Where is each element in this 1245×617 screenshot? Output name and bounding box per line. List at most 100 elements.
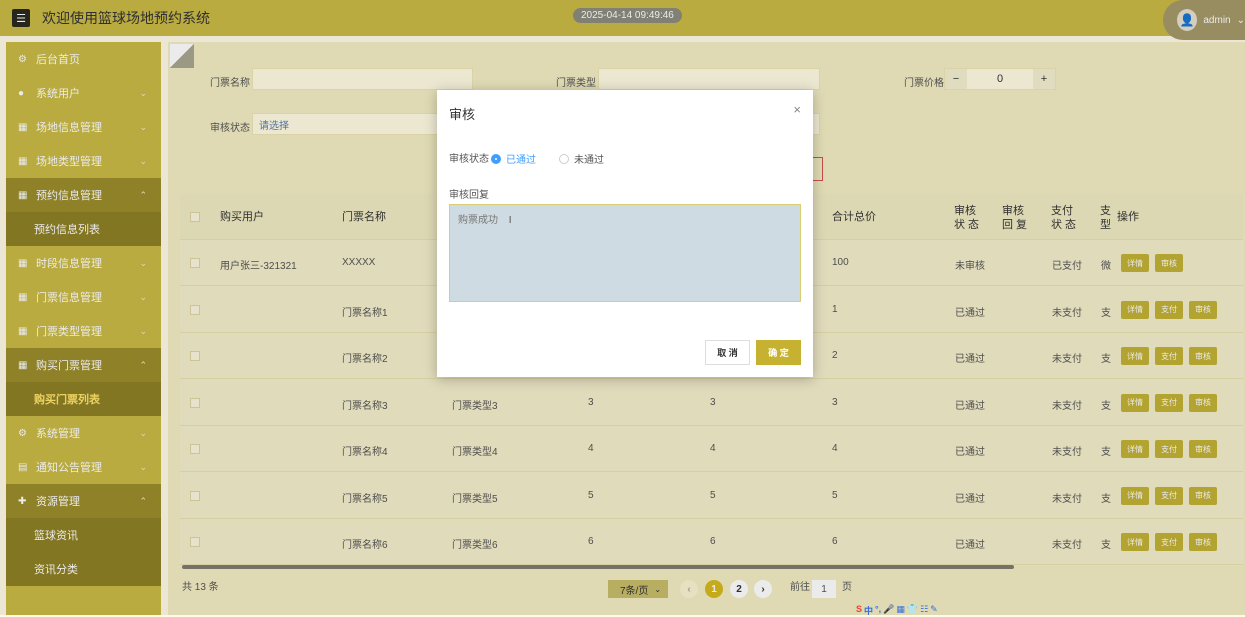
ime-icon[interactable]: ✎ — [930, 604, 938, 617]
row-checkbox[interactable] — [190, 537, 200, 547]
ime-icon[interactable]: 🎤 — [883, 604, 894, 617]
detail-button[interactable]: 详情 — [1121, 347, 1149, 365]
audit-button[interactable]: 审核 — [1189, 347, 1217, 365]
ticket-name-label: 门票名称 — [210, 78, 250, 89]
row-checkbox[interactable] — [190, 351, 200, 361]
prev-page-button[interactable]: ‹ — [680, 580, 698, 598]
select-all-checkbox[interactable] — [190, 212, 200, 222]
radio-pass-dot[interactable] — [491, 153, 501, 164]
cell-pay: 未支付 — [1052, 447, 1082, 458]
sidebar-item-label: 篮球资讯 — [34, 530, 78, 542]
sidebar-item[interactable]: ▦ 门票类型管理 ⌄ — [6, 314, 161, 348]
sidebar-item-label: 购买门票管理 — [36, 360, 102, 372]
radio-fail-label[interactable]: 未通过 — [574, 151, 604, 166]
next-page-button[interactable]: › — [754, 580, 772, 598]
pay-button[interactable]: 支付 — [1155, 393, 1183, 412]
collapse-corner-icon[interactable] — [170, 44, 194, 68]
row-checkbox[interactable] — [190, 304, 200, 315]
table-row[interactable]: 门票名称4 门票类型4 4 4 4 已通过 未支付 支详情 支付 审核 — [180, 426, 1243, 472]
ime-icon[interactable]: 👕 — [907, 604, 918, 617]
row-checkbox[interactable] — [190, 490, 200, 501]
sidebar-item[interactable]: 预约信息列表 — [6, 212, 161, 246]
detail-button[interactable]: 详情 — [1121, 300, 1149, 319]
cell-type: 门票类型3 — [452, 400, 498, 412]
menu-toggle-icon[interactable]: ☰ — [12, 9, 30, 27]
audit-button[interactable]: 审核 — [1189, 393, 1217, 412]
sidebar-item[interactable]: ▦ 场地类型管理 ⌄ — [6, 144, 161, 178]
cancel-button[interactable]: 取 消 — [705, 340, 750, 365]
table-row[interactable]: 门票名称3 门票类型3 3 3 3 已通过 未支付 支详情 支付 审核 — [180, 380, 1243, 426]
sidebar-item[interactable]: 篮球资讯 — [6, 518, 161, 552]
cell-total: 100 — [832, 257, 849, 268]
minus-button[interactable]: − — [945, 69, 967, 89]
plus-button[interactable]: + — [1033, 69, 1055, 89]
pay-button[interactable]: 支付 — [1155, 440, 1183, 458]
ticket-name-input[interactable] — [252, 68, 473, 90]
row-checkbox[interactable] — [190, 258, 200, 268]
sidebar-item[interactable]: ▤ 通知公告管理 ⌄ — [6, 450, 161, 484]
audit-button[interactable]: 审核 — [1189, 300, 1217, 319]
sidebar-item[interactable]: 购买门票列表 — [6, 382, 161, 416]
pay-button[interactable]: 支付 — [1155, 486, 1183, 505]
goto-page-input[interactable]: 1 — [812, 580, 836, 598]
price-stepper[interactable]: − 0 + — [944, 68, 1056, 90]
reply-textarea[interactable]: 购票成功 I — [449, 204, 801, 302]
cell-total: 4 — [832, 443, 838, 454]
radio-fail-dot[interactable] — [559, 153, 569, 164]
detail-button[interactable]: 详情 — [1121, 254, 1149, 272]
sidebar-item[interactable]: 资讯分类 — [6, 552, 161, 586]
pay-button[interactable]: 支付 — [1155, 300, 1183, 319]
ime-icon[interactable]: S — [856, 604, 862, 617]
row-checkbox[interactable] — [190, 397, 200, 408]
row-checkbox[interactable] — [190, 444, 200, 454]
sidebar-item[interactable]: ▦ 场地信息管理 ⌄ — [6, 110, 161, 144]
table-row[interactable]: 门票名称5 门票类型5 5 5 5 已通过 未支付 支详情 支付 审核 — [180, 473, 1243, 519]
avatar[interactable]: 👤 — [1177, 9, 1198, 31]
radio-pass[interactable]: 已通过 — [491, 151, 536, 166]
chevron-down-icon: ⌄ — [654, 584, 662, 594]
detail-button[interactable]: 详情 — [1121, 440, 1149, 458]
detail-button[interactable]: 详情 — [1121, 486, 1149, 505]
sidebar-item-label: 场地类型管理 — [36, 156, 102, 168]
sidebar-item[interactable]: ▦ 预约信息管理 ⌃ — [6, 178, 161, 212]
ime-icon[interactable]: ▦ — [896, 604, 905, 617]
sidebar-item[interactable]: ▦ 门票信息管理 ⌄ — [6, 280, 161, 314]
sidebar: ⚙ 后台首页 ● 系统用户 ⌄ ▦ 场地信息管理 ⌄ ▦ 场地类型管理 ⌄ ▦ 预约信息管理 ⌃ 预约信息列… — [6, 42, 161, 615]
user-menu[interactable]: 👤 admin ⌄ — [1163, 0, 1245, 40]
username-label[interactable]: admin — [1203, 15, 1230, 26]
confirm-button[interactable]: 确 定 — [756, 340, 801, 365]
cell-name: 门票名称1 — [342, 307, 388, 319]
ime-icon[interactable]: 中 — [864, 604, 873, 617]
ime-toolbar[interactable]: S 中 °, 🎤 ▦ 👕 ☷ ✎ — [856, 604, 938, 617]
audit-button[interactable]: 审核 — [1189, 440, 1217, 458]
sidebar-item[interactable]: ⚙ 系统管理 ⌄ — [6, 416, 161, 450]
search-button-edge[interactable] — [813, 157, 823, 181]
page-2-button[interactable]: 2 — [730, 580, 748, 598]
audit-button[interactable]: 审核 — [1189, 533, 1217, 551]
sidebar-item[interactable]: ⚙ 后台首页 — [6, 42, 161, 76]
audit-status-field-label: 审核状态 — [449, 154, 489, 165]
audit-button[interactable]: 审核 — [1189, 486, 1217, 505]
price-value[interactable]: 0 — [967, 69, 1033, 89]
sidebar-item[interactable]: ▦ 时段信息管理 ⌄ — [6, 246, 161, 280]
horizontal-scrollbar[interactable] — [182, 565, 1014, 569]
radio-fail[interactable]: 未通过 — [559, 151, 604, 166]
page-size-select[interactable]: 7条/页 ⌄ — [608, 580, 668, 598]
page-1-button[interactable]: 1 — [705, 580, 723, 598]
pay-button[interactable]: 支付 — [1155, 533, 1183, 551]
audit-button[interactable]: 审核 — [1155, 254, 1183, 272]
pay-button[interactable]: 支付 — [1155, 347, 1183, 365]
sidebar-item[interactable]: ▦ 购买门票管理 ⌃ — [6, 348, 161, 382]
close-icon[interactable]: × — [793, 102, 801, 117]
cell-paytype: 支 — [1101, 540, 1111, 551]
radio-pass-label[interactable]: 已通过 — [506, 151, 536, 166]
ime-icon[interactable]: °, — [875, 604, 881, 617]
detail-button[interactable]: 详情 — [1121, 393, 1149, 412]
ime-icon[interactable]: ☷ — [920, 604, 928, 617]
sidebar-item[interactable]: ● 系统用户 ⌄ — [6, 76, 161, 110]
ticket-type-input[interactable] — [598, 68, 820, 90]
chevron-down-icon[interactable]: ⌄ — [1237, 15, 1245, 26]
sidebar-item[interactable]: ✚ 资源管理 ⌃ — [6, 484, 161, 518]
detail-button[interactable]: 详情 — [1121, 533, 1149, 551]
table-row[interactable]: 门票名称6 门票类型6 6 6 6 已通过 未支付 支详情 支付 审核 — [180, 519, 1243, 565]
